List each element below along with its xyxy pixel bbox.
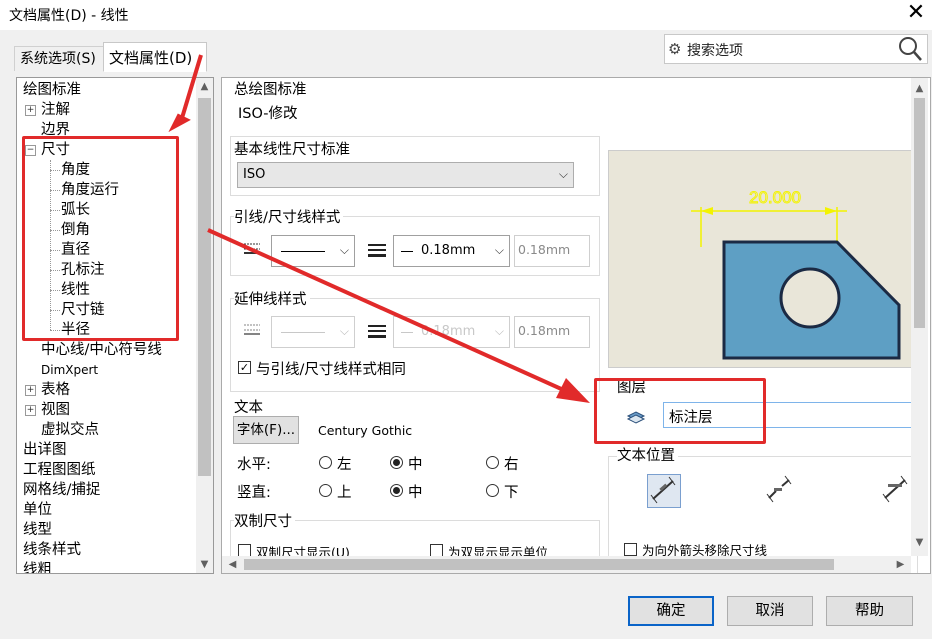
annotation-arrow-to-layer: [207, 228, 569, 394]
arrow-head: [168, 113, 191, 133]
document-properties-dialog: 文档属性(D) - 线性 ✕ 系统选项(S) 文档属性(D) ⚙ 搜索选项 绘图…: [0, 0, 932, 639]
cancel-button[interactable]: 取消: [727, 596, 813, 626]
arrow-head: [556, 378, 590, 403]
annotation-arrow-to-tree: [180, 54, 203, 119]
annotation-arrows: [168, 54, 590, 403]
help-button[interactable]: 帮助: [826, 596, 913, 626]
ok-button[interactable]: 确定: [628, 596, 714, 626]
